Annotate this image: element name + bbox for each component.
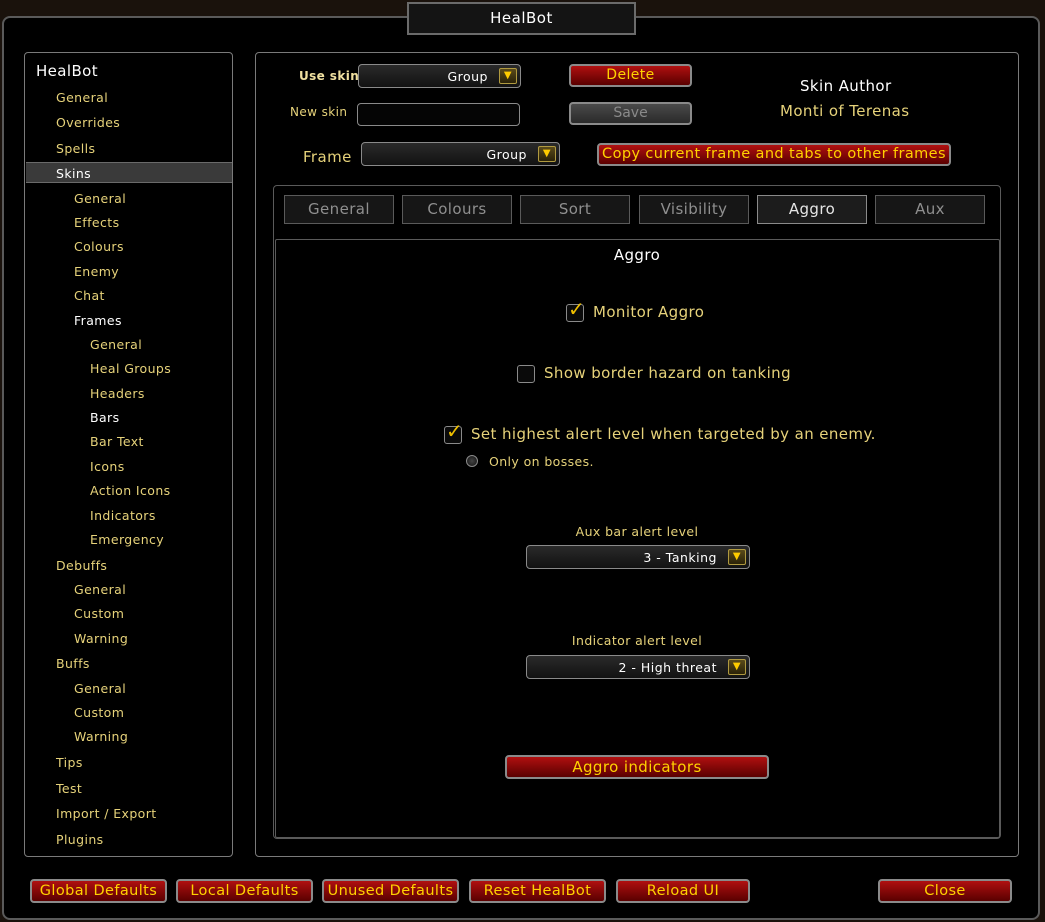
delete-button[interactable]: Delete	[569, 64, 692, 87]
aggro-heading: Aggro	[613, 246, 661, 264]
skin-author-label: Skin Author	[800, 77, 892, 95]
sidebar-item-icons[interactable]: Icons	[90, 459, 125, 474]
sidebar-item-chat[interactable]: Chat	[74, 288, 105, 303]
copy-frame-button[interactable]: Copy current frame and tabs to other fra…	[597, 143, 951, 166]
chevron-down-icon[interactable]: ▼	[728, 549, 746, 565]
unused-defaults-button[interactable]: Unused Defaults	[322, 879, 459, 903]
sidebar-item-skins[interactable]: Skins	[56, 166, 91, 181]
aux-bar-alert-value: 3 - Tanking	[643, 550, 717, 565]
sidebar-item-colours[interactable]: Colours	[74, 239, 124, 254]
check-icon: ✓	[568, 297, 585, 321]
sidebar-item-warning[interactable]: Warning	[74, 631, 128, 646]
indicator-alert-dropdown[interactable]: 2 - High threat ▼	[526, 655, 750, 679]
tab-visibility[interactable]: Visibility	[639, 195, 749, 224]
sidebar-item-headers[interactable]: Headers	[90, 386, 145, 401]
check-icon: ✓	[446, 419, 463, 443]
sidebar-item-frames[interactable]: Frames	[74, 313, 122, 328]
sidebar-item-general[interactable]: General	[56, 90, 108, 105]
window-title: HealBot	[407, 2, 636, 35]
reload-ui-button[interactable]: Reload UI	[616, 879, 750, 903]
frame-value: Group	[486, 147, 527, 162]
sidebar-item-indicators[interactable]: Indicators	[90, 508, 156, 523]
sidebar-item-healbot[interactable]: HealBot	[36, 62, 98, 80]
show-border-hazard-checkbox[interactable]	[517, 365, 535, 383]
sidebar-item-import-export[interactable]: Import / Export	[56, 806, 157, 821]
sidebar-item-tips[interactable]: Tips	[56, 755, 83, 770]
sidebar-item-overrides[interactable]: Overrides	[56, 115, 120, 130]
frame-dropdown[interactable]: Group ▼	[361, 142, 560, 166]
sidebar-item-emergency[interactable]: Emergency	[90, 532, 164, 547]
aux-bar-alert-dropdown[interactable]: 3 - Tanking ▼	[526, 545, 750, 569]
set-highest-alert-label: Set highest alert level when targeted by…	[471, 425, 876, 443]
local-defaults-button[interactable]: Local Defaults	[176, 879, 313, 903]
only-on-bosses-label: Only on bosses.	[489, 454, 594, 469]
tab-aux[interactable]: Aux	[875, 195, 985, 224]
monitor-aggro-label: Monitor Aggro	[593, 303, 705, 321]
sidebar-item-general[interactable]: General	[74, 582, 126, 597]
chevron-down-icon[interactable]: ▼	[728, 659, 746, 675]
tab-aggro[interactable]: Aggro	[757, 195, 867, 224]
tab-general[interactable]: General	[284, 195, 394, 224]
sidebar-item-debuffs[interactable]: Debuffs	[56, 558, 107, 573]
sidebar-item-warning[interactable]: Warning	[74, 729, 128, 744]
sidebar-item-custom[interactable]: Custom	[74, 606, 124, 621]
reset-healbot-button[interactable]: Reset HealBot	[469, 879, 606, 903]
set-highest-alert-checkbox[interactable]: ✓	[444, 421, 463, 444]
tab-colours[interactable]: Colours	[402, 195, 512, 224]
aux-bar-alert-label: Aux bar alert level	[575, 524, 699, 539]
monitor-aggro-checkbox[interactable]: ✓	[566, 299, 585, 322]
use-skin-dropdown[interactable]: Group ▼	[358, 64, 521, 88]
tab-sort[interactable]: Sort	[520, 195, 630, 224]
indicator-alert-label: Indicator alert level	[571, 633, 703, 648]
chevron-down-icon[interactable]: ▼	[538, 146, 556, 162]
sidebar-item-test[interactable]: Test	[56, 781, 82, 796]
show-border-hazard-label: Show border hazard on tanking	[544, 364, 792, 382]
sidebar-item-action-icons[interactable]: Action Icons	[90, 483, 171, 498]
global-defaults-button[interactable]: Global Defaults	[30, 879, 167, 903]
sidebar-item-enemy[interactable]: Enemy	[74, 264, 119, 279]
frame-label: Frame	[303, 148, 352, 166]
sidebar-item-heal-groups[interactable]: Heal Groups	[90, 361, 171, 376]
new-skin-input[interactable]	[357, 103, 520, 126]
sidebar-item-custom[interactable]: Custom	[74, 705, 124, 720]
chevron-down-icon[interactable]: ▼	[499, 68, 517, 84]
use-skin-label: Use skin	[299, 69, 360, 83]
skin-author-value: Monti of Terenas	[780, 102, 910, 120]
new-skin-label: New skin	[290, 105, 348, 119]
sidebar-item-general[interactable]: General	[74, 191, 126, 206]
sidebar-item-bars[interactable]: Bars	[90, 410, 120, 425]
sidebar-item-bar-text[interactable]: Bar Text	[90, 434, 144, 449]
sidebar-item-plugins[interactable]: Plugins	[56, 832, 104, 847]
close-button[interactable]: Close	[878, 879, 1012, 903]
sidebar-item-effects[interactable]: Effects	[74, 215, 119, 230]
sidebar-item-spells[interactable]: Spells	[56, 141, 95, 156]
save-button[interactable]: Save	[569, 102, 692, 125]
indicator-alert-value: 2 - High threat	[618, 660, 717, 675]
aggro-indicators-button[interactable]: Aggro indicators	[505, 755, 769, 779]
sidebar-item-general[interactable]: General	[90, 337, 142, 352]
use-skin-value: Group	[447, 69, 488, 84]
only-on-bosses-radio[interactable]	[466, 455, 478, 467]
sidebar-item-general[interactable]: General	[74, 681, 126, 696]
sidebar-item-buffs[interactable]: Buffs	[56, 656, 90, 671]
